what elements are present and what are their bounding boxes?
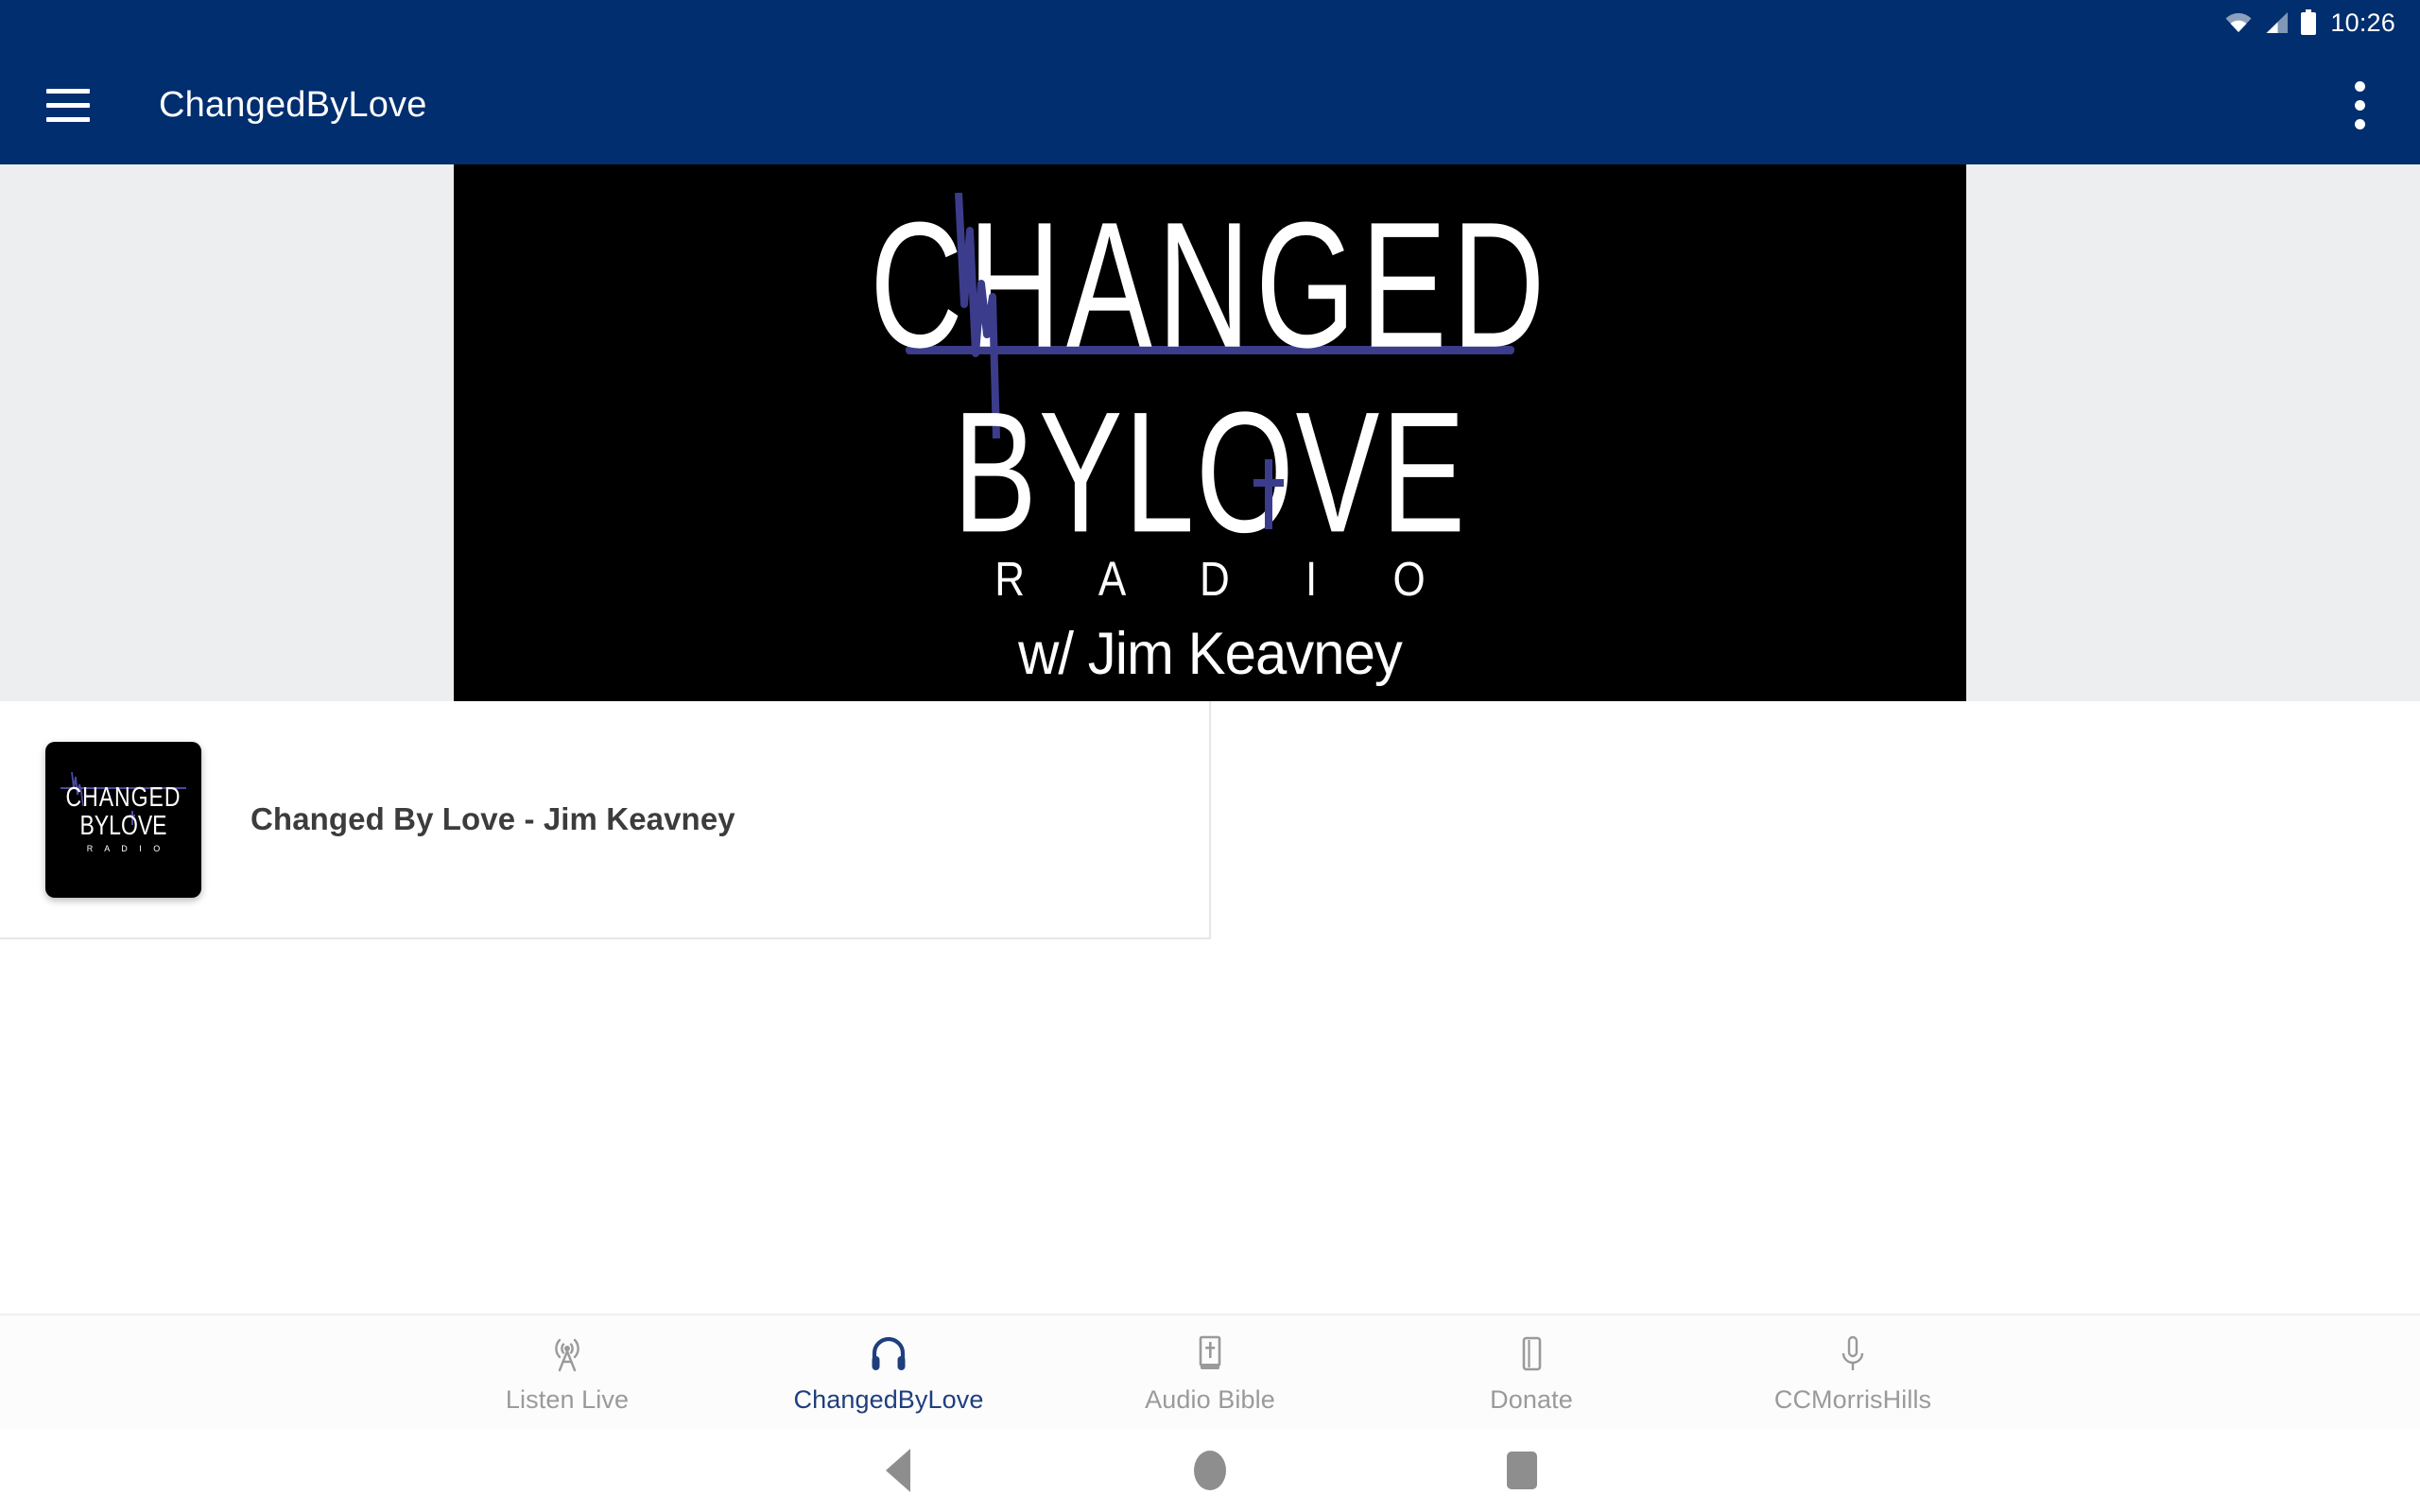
home-circle-icon (1194, 1451, 1226, 1490)
thumbnail-word-bylove: BYLOVE (79, 809, 167, 841)
logo-host-line: w/ Jim Keavney (1018, 621, 1403, 687)
banner-area: CHANGED BYLOVE R A D I O w/ Jim Keavney (0, 164, 2420, 701)
overflow-dot (2354, 80, 2365, 92)
thumbnail-word-changed: CHANGED (65, 781, 182, 813)
episode-title: Changed By Love - Jim Keavney (251, 801, 735, 836)
nav-label: Audio Bible (1145, 1385, 1275, 1414)
nav-label: CCMorrisHills (1773, 1385, 1932, 1414)
status-bar: 10:26 (0, 0, 2420, 45)
headphones-icon (867, 1330, 910, 1379)
android-system-navigation (0, 1429, 2420, 1512)
hamburger-line (46, 102, 90, 108)
recents-button[interactable] (1366, 1429, 1678, 1512)
station-logo-banner[interactable]: CHANGED BYLOVE R A D I O w/ Jim Keavney (454, 164, 1966, 701)
wifi-icon (2225, 12, 2252, 32)
back-button[interactable] (742, 1429, 1054, 1512)
nav-item-ccmorrishills[interactable]: CCMorrisHills (1692, 1315, 2014, 1429)
hamburger-menu-icon[interactable] (23, 60, 113, 150)
nav-label: Listen Live (505, 1385, 630, 1414)
episode-list: CHANGED BYLOVE R A D I O Changed By Love… (0, 701, 2420, 1314)
logo-word-bylove: BYLOVE (953, 375, 1467, 569)
broadcast-tower-icon (545, 1330, 589, 1379)
overflow-dot (2354, 99, 2365, 111)
microphone-icon (1831, 1330, 1875, 1379)
bottom-navigation-bar: Listen Live ChangedByLove Audio Bible Do… (0, 1314, 2420, 1429)
recents-square-icon (1507, 1452, 1537, 1489)
nav-label: ChangedByLove (793, 1385, 984, 1414)
card-icon (1510, 1330, 1553, 1379)
nav-label: Donate (1490, 1385, 1573, 1414)
nav-item-changedbylove[interactable]: ChangedByLove (728, 1315, 1049, 1429)
app-bar: ChangedByLove (0, 45, 2420, 164)
overflow-menu-icon[interactable] (2322, 60, 2397, 150)
bible-book-icon (1188, 1330, 1232, 1379)
logo-word-radio: R A D I O (994, 553, 1458, 607)
cross-icon (1253, 459, 1284, 529)
nav-item-listen-live[interactable]: Listen Live (406, 1315, 728, 1429)
cellular-signal-icon (2266, 12, 2289, 33)
app-bar-title: ChangedByLove (159, 84, 427, 125)
nav-item-donate[interactable]: Donate (1371, 1315, 1692, 1429)
status-bar-icons (2224, 9, 2317, 36)
episode-thumbnail: CHANGED BYLOVE R A D I O (45, 741, 201, 898)
thumbnail-logo-text: CHANGED BYLOVE R A D I O (45, 781, 201, 853)
home-button[interactable] (1054, 1429, 1366, 1512)
thumbnail-word-radio: R A D I O (86, 843, 165, 853)
hamburger-line (46, 88, 90, 94)
nav-item-audio-bible[interactable]: Audio Bible (1049, 1315, 1371, 1429)
battery-icon (2301, 9, 2317, 35)
overflow-dot (2354, 118, 2365, 129)
back-triangle-icon (886, 1449, 910, 1492)
logo-artwork: CHANGED BYLOVE R A D I O w/ Jim Keavney (454, 164, 1966, 701)
status-bar-clock: 10:26 (2330, 8, 2395, 37)
list-item[interactable]: CHANGED BYLOVE R A D I O Changed By Love… (0, 701, 1211, 939)
hamburger-line (46, 116, 90, 122)
